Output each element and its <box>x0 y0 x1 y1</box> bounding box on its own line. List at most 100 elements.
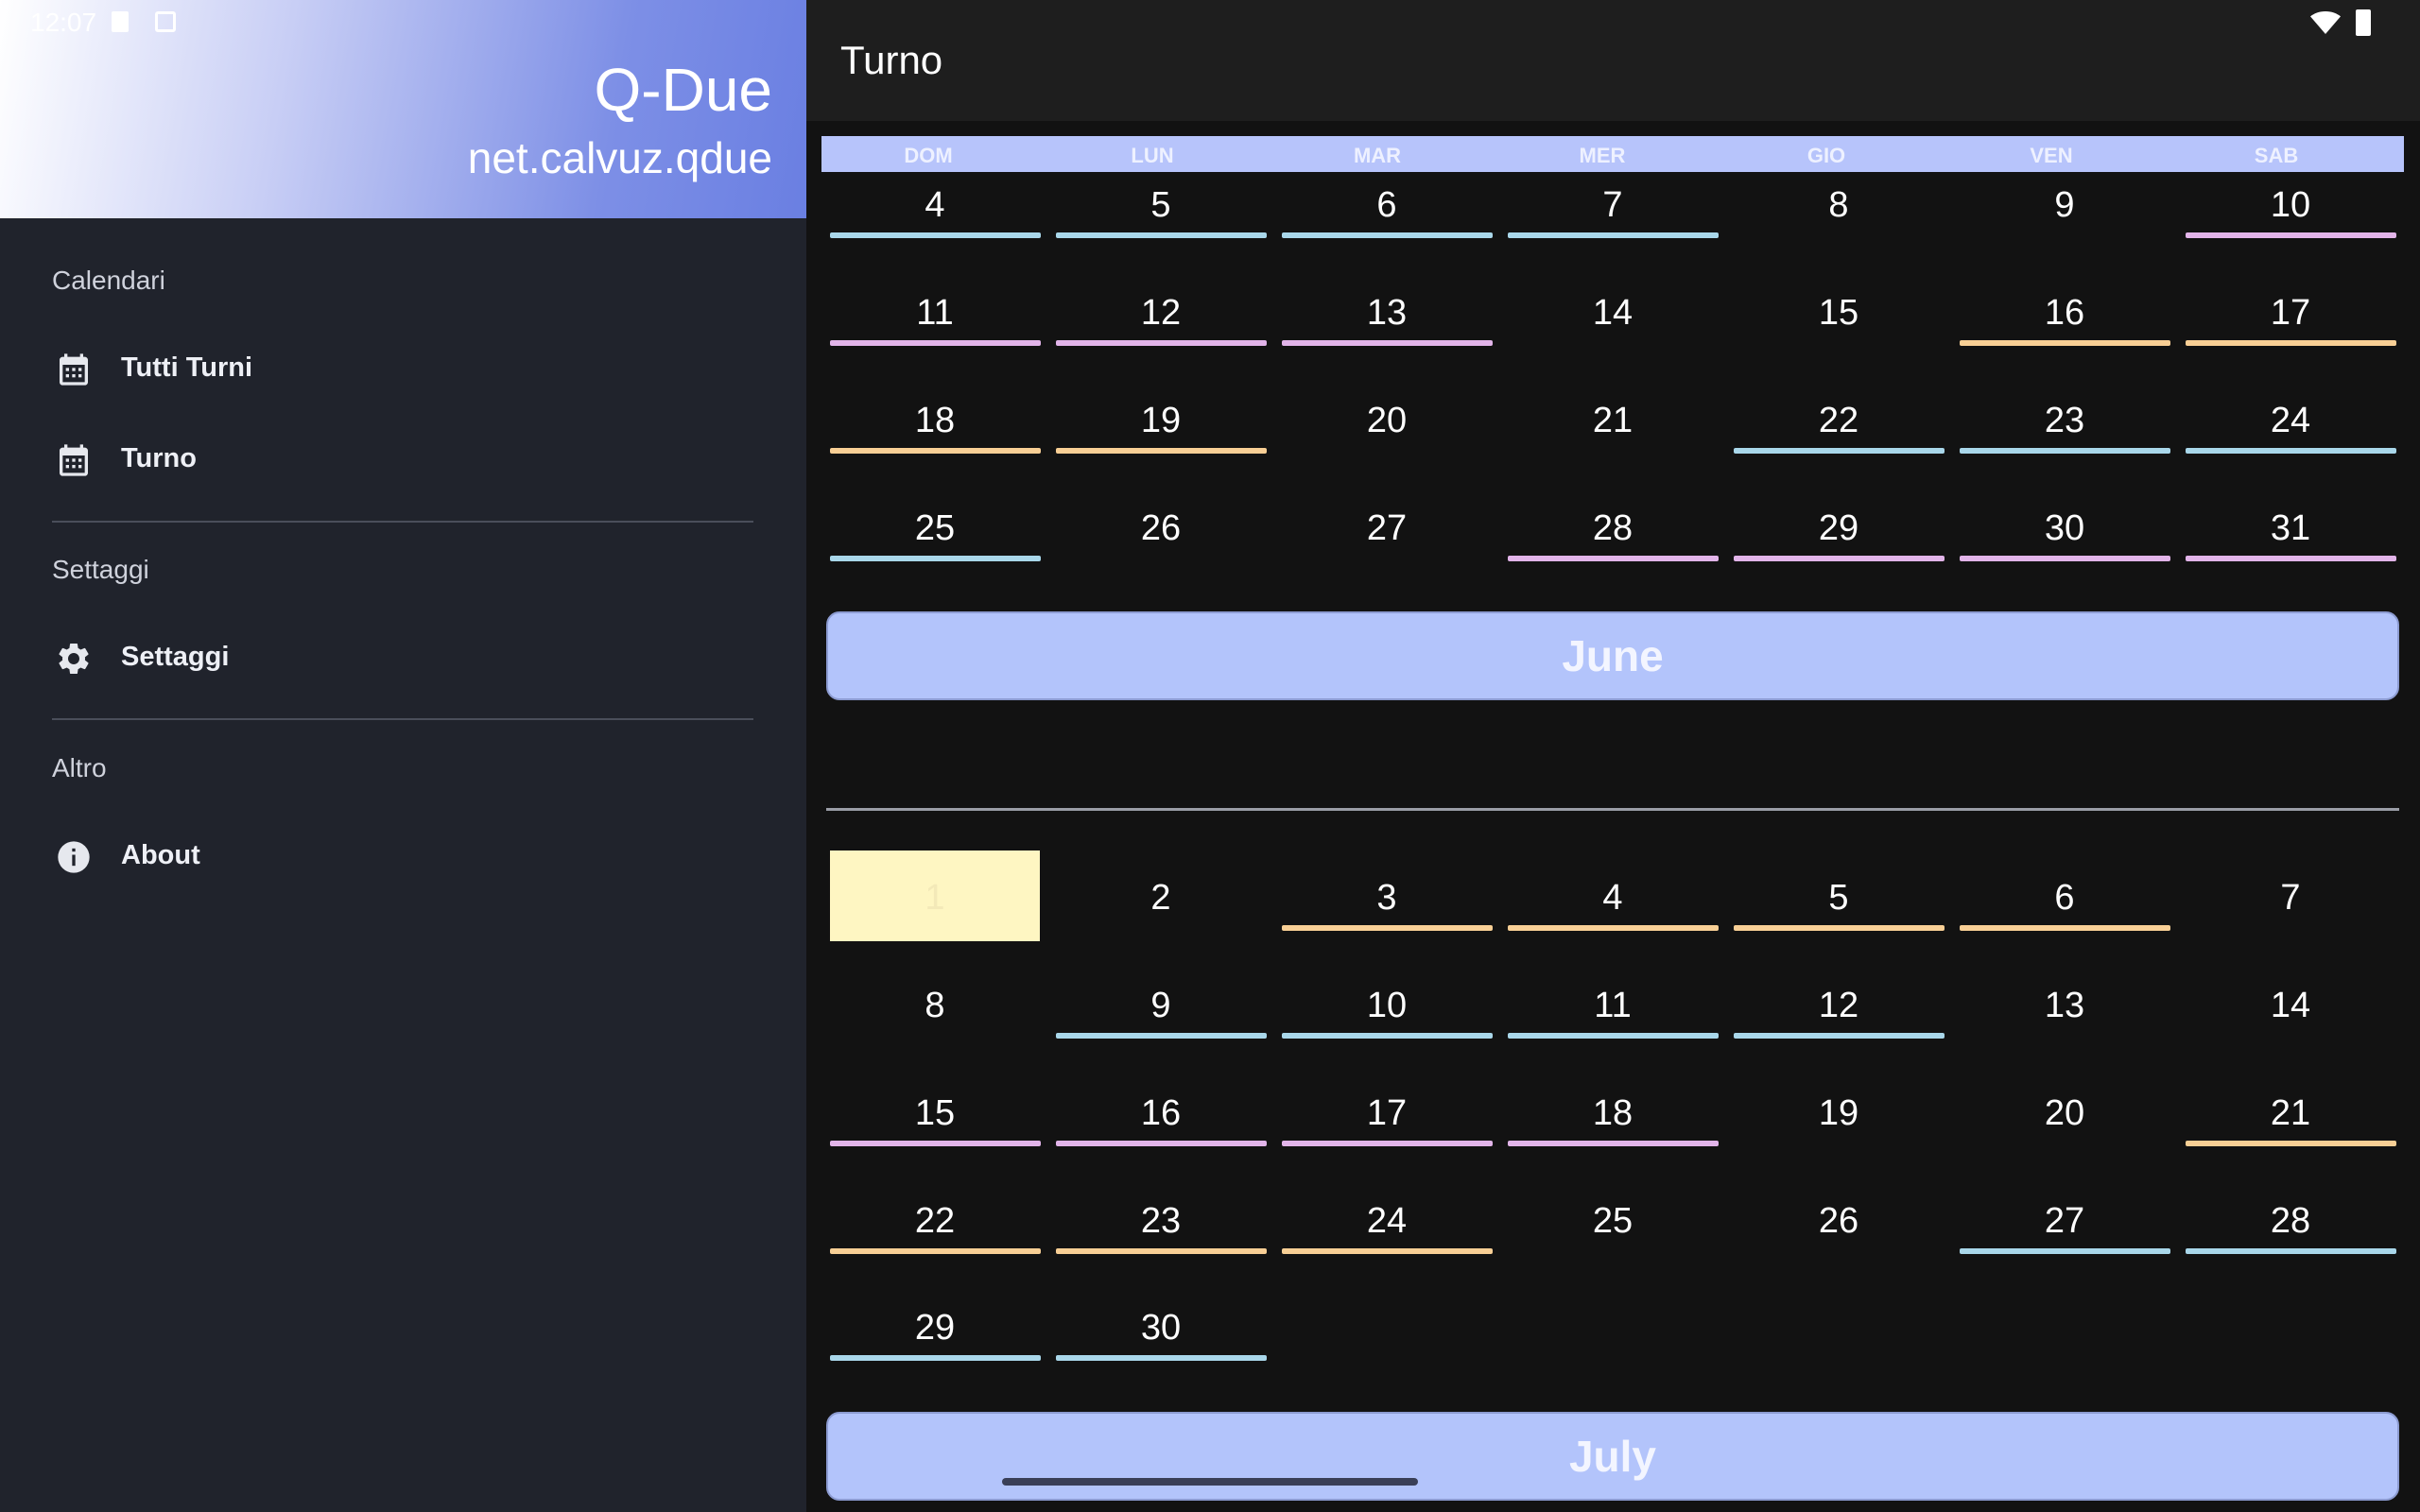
calendar-icon <box>60 353 88 386</box>
drawer-item-label: Tutti Turni <box>121 352 253 383</box>
day-cell[interactable]: 19 <box>1735 1093 1943 1134</box>
page-title: Turno <box>840 38 943 82</box>
shift-indicator <box>1056 1355 1267 1361</box>
drawer-divider <box>52 718 753 720</box>
day-cell[interactable]: 18 <box>831 401 1039 441</box>
shift-indicator <box>830 448 1041 454</box>
day-cell[interactable]: 5 <box>1057 185 1265 226</box>
day-cell[interactable]: 24 <box>2187 401 2394 441</box>
day-cell[interactable]: 1 <box>831 878 1039 919</box>
drawer-item-label: Turno <box>121 443 197 473</box>
day-cell[interactable]: 28 <box>1509 508 1717 549</box>
day-cell[interactable]: 20 <box>1283 401 1491 441</box>
day-cell[interactable]: 13 <box>1961 986 2169 1026</box>
day-cell[interactable]: 6 <box>1283 185 1491 226</box>
day-cell[interactable]: 25 <box>831 508 1039 549</box>
drawer-item-turno[interactable]: Turno <box>0 422 806 498</box>
weekday-label: MER <box>1579 144 1626 167</box>
day-cell[interactable]: 24 <box>1283 1201 1491 1242</box>
day-cell[interactable]: 18 <box>1509 1093 1717 1134</box>
day-cell[interactable]: 21 <box>1509 401 1717 441</box>
day-cell[interactable]: 10 <box>2187 185 2394 226</box>
gear-icon <box>59 644 89 674</box>
day-cell[interactable]: 23 <box>1961 401 2169 441</box>
day-cell[interactable]: 26 <box>1057 508 1265 549</box>
day-cell[interactable]: 15 <box>831 1093 1039 1134</box>
month-banner-july: July <box>826 1412 2399 1501</box>
day-cell[interactable]: 14 <box>2187 986 2394 1026</box>
shift-indicator <box>1282 1033 1493 1039</box>
gesture-nav-handle[interactable] <box>1002 1478 1418 1486</box>
section-label-altro: Altro <box>52 753 107 782</box>
shift-indicator <box>1508 1141 1719 1146</box>
day-cell[interactable]: 30 <box>1961 508 2169 549</box>
day-cell[interactable]: 17 <box>1283 1093 1491 1134</box>
shift-indicator <box>1282 1141 1493 1146</box>
status-time: 12:07 <box>30 8 97 37</box>
drawer-item-about[interactable]: About <box>0 819 806 895</box>
day-cell[interactable]: 4 <box>1509 878 1717 919</box>
day-cell[interactable]: 6 <box>1961 878 2169 919</box>
day-cell[interactable]: 8 <box>1735 185 1943 226</box>
day-cell[interactable]: 16 <box>1961 293 2169 334</box>
day-cell[interactable]: 12 <box>1735 986 1943 1026</box>
day-cell[interactable]: 27 <box>1961 1201 2169 1242</box>
battery-icon <box>2356 9 2371 36</box>
shift-indicator <box>1960 1248 2170 1254</box>
day-cell[interactable]: 9 <box>1961 185 2169 226</box>
day-cell[interactable]: 21 <box>2187 1093 2394 1134</box>
month-banner-june: June <box>826 611 2399 700</box>
drawer-item-tutti-turni[interactable]: Tutti Turni <box>0 332 806 407</box>
day-cell[interactable]: 4 <box>831 185 1039 226</box>
day-cell[interactable]: 11 <box>1509 986 1717 1026</box>
day-cell[interactable]: 7 <box>1509 185 1717 226</box>
day-cell[interactable]: 14 <box>1509 293 1717 334</box>
day-cell[interactable]: 20 <box>1961 1093 2169 1134</box>
shift-indicator <box>1508 556 1719 561</box>
weekday-label: MAR <box>1353 144 1402 167</box>
day-cell[interactable]: 2 <box>1057 878 1265 919</box>
day-cell[interactable]: 5 <box>1735 878 1943 919</box>
shift-indicator <box>2186 1141 2396 1146</box>
shift-indicator <box>1960 340 2170 346</box>
day-cell[interactable]: 9 <box>1057 986 1265 1026</box>
drawer-item-label: Settaggi <box>121 642 230 672</box>
day-cell[interactable]: 19 <box>1057 401 1265 441</box>
day-cell[interactable]: 16 <box>1057 1093 1265 1134</box>
drawer-item-settaggi[interactable]: Settaggi <box>0 621 806 696</box>
month-label: June <box>1562 631 1664 680</box>
day-cell[interactable]: 13 <box>1283 293 1491 334</box>
day-cell[interactable]: 17 <box>2187 293 2394 334</box>
day-cell[interactable]: 25 <box>1509 1201 1717 1242</box>
section-label-calendari: Calendari <box>52 266 165 295</box>
day-cell[interactable]: 31 <box>2187 508 2394 549</box>
day-cell[interactable]: 29 <box>831 1308 1039 1349</box>
shift-indicator <box>2186 448 2396 454</box>
weekday-label: SAB <box>2254 144 2299 167</box>
day-cell[interactable]: 27 <box>1283 508 1491 549</box>
day-cell[interactable]: 22 <box>1735 401 1943 441</box>
shift-indicator <box>830 232 1041 238</box>
weekday-label: LUN <box>1131 144 1174 167</box>
shift-indicator <box>2186 556 2396 561</box>
shift-indicator <box>830 1141 1041 1146</box>
shift-indicator <box>1056 232 1267 238</box>
day-cell[interactable]: 15 <box>1735 293 1943 334</box>
day-cell[interactable]: 22 <box>831 1201 1039 1242</box>
day-cell[interactable]: 3 <box>1283 878 1491 919</box>
day-cell[interactable]: 23 <box>1057 1201 1265 1242</box>
shift-indicator <box>1960 448 2170 454</box>
shift-indicator <box>830 340 1041 346</box>
day-cell[interactable]: 30 <box>1057 1308 1265 1349</box>
shift-indicator <box>830 1248 1041 1254</box>
day-cell[interactable]: 28 <box>2187 1201 2394 1242</box>
shift-indicator <box>1734 556 1945 561</box>
day-cell[interactable]: 12 <box>1057 293 1265 334</box>
day-cell[interactable]: 11 <box>831 293 1039 334</box>
day-cell[interactable]: 10 <box>1283 986 1491 1026</box>
day-cell[interactable]: 26 <box>1735 1201 1943 1242</box>
day-cell[interactable]: 7 <box>2187 878 2394 919</box>
day-cell[interactable]: 29 <box>1735 508 1943 549</box>
day-cell[interactable]: 8 <box>831 986 1039 1026</box>
shift-indicator <box>2186 340 2396 346</box>
